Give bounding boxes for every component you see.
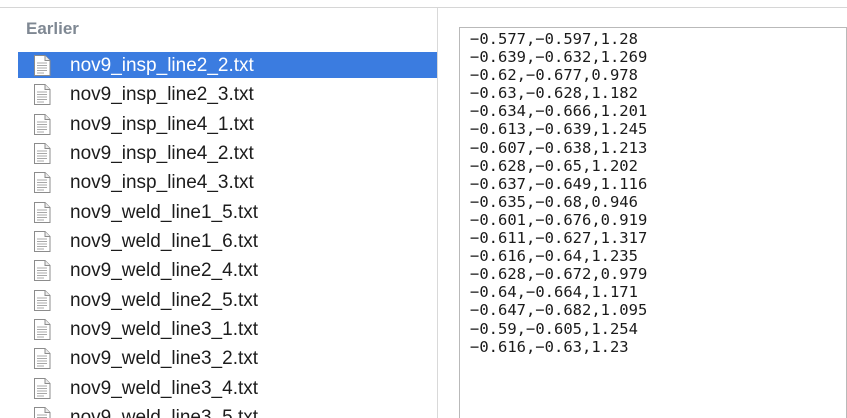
text-document-icon [33, 319, 51, 341]
preview-line: −0.628,−0.65,1.202 [470, 156, 638, 175]
preview-line: −0.639,−0.632,1.269 [470, 48, 648, 67]
file-row[interactable]: nov9_insp_line4_2.txt [0, 139, 437, 168]
file-row-selected[interactable]: nov9_insp_line2_2.txt [0, 51, 437, 80]
text-document-icon [33, 260, 51, 282]
file-row[interactable]: nov9_insp_line4_3.txt [0, 168, 437, 197]
file-row[interactable]: nov9_weld_line2_4.txt [0, 256, 437, 285]
text-document-icon [33, 377, 51, 399]
text-document-icon [33, 348, 51, 370]
file-name: nov9_insp_line4_2.txt [70, 143, 254, 165]
file-name: nov9_weld_line1_6.txt [70, 231, 259, 253]
file-preview: −0.577,−0.597,1.28 −0.639,−0.632,1.269 −0.… [459, 27, 847, 418]
file-name: nov9_weld_line2_4.txt [70, 260, 259, 282]
file-name: nov9_insp_line4_3.txt [70, 172, 254, 194]
file-row[interactable]: nov9_weld_line1_6.txt [0, 227, 437, 256]
text-document-icon [33, 55, 51, 76]
file-name: nov9_insp_line4_1.txt [70, 113, 254, 135]
preview-line: −0.647,−0.682,1.095 [470, 301, 648, 320]
preview-line: −0.637,−0.649,1.116 [470, 174, 648, 193]
preview-text: −0.577,−0.597,1.28 −0.639,−0.632,1.269 −0.… [470, 30, 647, 356]
file-name: nov9_weld_line3_2.txt [70, 348, 259, 370]
section-header-earlier: Earlier [26, 19, 79, 38]
file-row[interactable]: nov9_weld_line3_2.txt [0, 344, 437, 373]
preview-line: −0.64,−0.664,1.171 [470, 283, 638, 302]
preview-line: −0.613,−0.639,1.245 [470, 120, 648, 139]
text-document-icon [33, 201, 51, 223]
file-row[interactable]: nov9_weld_line1_5.txt [0, 198, 437, 227]
text-document-icon [33, 407, 51, 418]
pane-divider[interactable] [437, 8, 438, 418]
preview-line: −0.634,−0.666,1.201 [470, 102, 648, 121]
file-row[interactable]: nov9_weld_line2_5.txt [0, 286, 437, 315]
file-name: nov9_weld_line3_4.txt [70, 377, 259, 399]
preview-line: −0.601,−0.676,0.919 [470, 210, 648, 229]
file-list: nov9_insp_line2_2.txt nov9_insp_line2_3.t… [0, 51, 437, 418]
preview-line: −0.607,−0.638,1.213 [470, 138, 648, 157]
file-row[interactable]: nov9_insp_line4_1.txt [0, 110, 437, 139]
file-row[interactable]: nov9_insp_line2_3.txt [0, 80, 437, 109]
file-row[interactable]: nov9_weld_line3_4.txt [0, 374, 437, 403]
file-name: nov9_weld_line1_5.txt [70, 201, 259, 223]
file-name: nov9_insp_line2_2.txt [70, 55, 254, 76]
preview-line: −0.577,−0.597,1.28 [470, 30, 638, 48]
text-document-icon [33, 84, 51, 106]
preview-line: −0.62,−0.677,0.978 [470, 66, 638, 85]
text-document-icon [33, 289, 51, 311]
text-document-icon [33, 172, 51, 194]
file-name: nov9_insp_line2_3.txt [70, 84, 254, 106]
text-document-icon [33, 231, 51, 253]
finder-window: Earlier nov9_insp_line2_2.txt nov9_insp_l… [0, 0, 847, 418]
file-row[interactable]: nov9_weld_line3_1.txt [0, 315, 437, 344]
preview-line: −0.63,−0.628,1.182 [470, 84, 638, 103]
preview-line: −0.635,−0.68,0.946 [470, 192, 638, 211]
text-document-icon [33, 113, 51, 135]
text-document-icon [33, 143, 51, 165]
preview-line: −0.628,−0.672,0.979 [470, 265, 648, 284]
file-name: nov9_weld_line2_5.txt [70, 289, 259, 311]
file-list-pane: Earlier nov9_insp_line2_2.txt nov9_insp_l… [0, 8, 437, 418]
preview-line: −0.616,−0.64,1.235 [470, 247, 638, 266]
preview-line: −0.59,−0.605,1.254 [470, 319, 638, 338]
preview-line: −0.616,−0.63,1.23 [470, 337, 629, 356]
file-name: nov9_weld_line3_5.txt [70, 407, 259, 418]
file-row[interactable]: nov9_weld_line3_5.txt [0, 403, 437, 418]
file-name: nov9_weld_line3_1.txt [70, 319, 259, 341]
preview-line: −0.611,−0.627,1.317 [470, 229, 648, 248]
